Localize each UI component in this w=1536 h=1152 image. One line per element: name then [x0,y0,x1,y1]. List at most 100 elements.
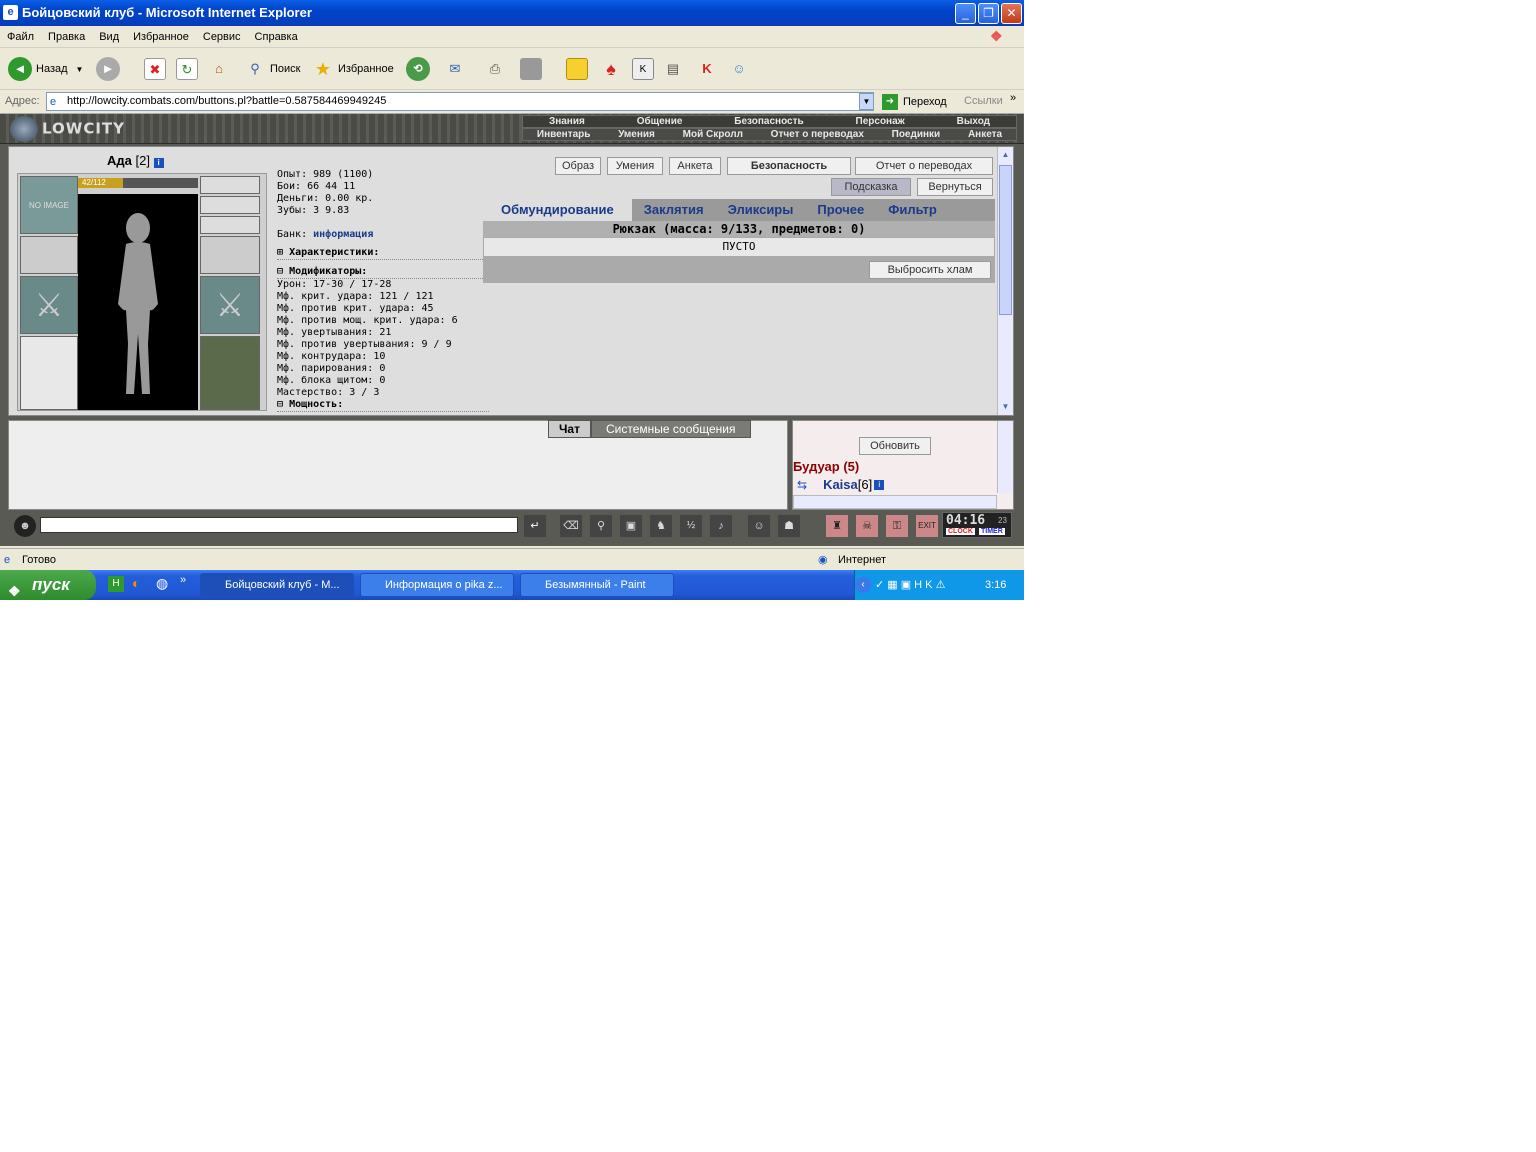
exit-icon[interactable]: EXIT [916,515,938,537]
edit-button[interactable] [520,56,542,82]
tab-equipment[interactable]: Обмундирование [483,199,632,221]
maximize-button[interactable]: ❐ [978,3,999,24]
send-icon[interactable]: ↵ [524,515,546,537]
characteristics-header[interactable]: ⊞ Характеристики: [277,247,489,260]
research-button[interactable]: ▤ [662,56,684,82]
favorites-button[interactable]: ★ Избранное [312,56,394,82]
user-list-scrollbar[interactable] [997,421,1013,493]
nav-exit[interactable]: Выход [953,116,994,127]
security-button[interactable]: Безопасность [727,157,851,175]
k-button[interactable]: K [632,56,654,82]
music-icon[interactable]: ♪ [710,515,732,537]
helmet-slot[interactable] [200,176,260,194]
mail-button[interactable]: ✉ [444,56,466,82]
menu-favorites[interactable]: Избранное [126,26,196,48]
menu-tools[interactable]: Сервис [196,26,248,48]
collapse-icon[interactable]: ⊟ [277,266,283,277]
messenger-button[interactable]: ☺ [728,56,750,82]
notes-button[interactable] [566,56,588,82]
tab-elixirs[interactable]: Эликсиры [716,199,806,221]
refresh-button[interactable]: ↻ [176,56,198,82]
quicklaunch-icon[interactable]: H [108,576,124,592]
info-icon[interactable]: i [153,158,164,168]
address-dropdown-icon[interactable]: ▼ [859,93,874,110]
menu-help[interactable]: Справка [248,26,305,48]
nav-inventory[interactable]: Инвентарь [533,129,595,140]
power-header[interactable]: ⊟ Мощность: [277,399,489,412]
rings-slot[interactable] [200,216,260,234]
nav-character[interactable]: Персонаж [852,116,909,127]
nav-skills[interactable]: Умения [614,129,659,140]
collapse-icon[interactable]: ⊟ [277,399,283,410]
pants-slot[interactable] [200,336,260,410]
private-message-icon[interactable]: ⇆ [797,478,807,492]
lock-icon[interactable]: ⚿ [886,515,908,537]
close-button[interactable]: ✕ [1001,3,1022,24]
filter-icon[interactable]: ⚲ [590,515,612,537]
firefox-icon[interactable]: ◐ [132,575,140,591]
tray-expand-icon[interactable]: ‹ [855,577,871,593]
user-name[interactable]: Kaisa [823,477,858,492]
menu-view[interactable]: Вид [92,26,126,48]
tray-icons[interactable]: ✓ ▦ ▣ H K ⚠ [875,570,945,600]
user-row[interactable]: ⇆ Kaisa [6] i [797,477,885,492]
content-scrollbar[interactable]: ▲ ▼ [997,147,1013,415]
gloves-slot[interactable] [200,236,260,274]
return-button[interactable]: Вернуться [917,178,993,196]
nav-profile[interactable]: Анкета [964,129,1006,140]
bracers-slot[interactable] [20,236,78,274]
tab-chat[interactable]: Чат [548,420,591,438]
fraction-icon[interactable]: ½ [680,515,702,537]
stop-button[interactable]: ✖ [144,56,166,82]
minimize-button[interactable]: _ [955,3,976,24]
nav-knowledge[interactable]: Знания [545,116,589,127]
helmet-icon[interactable]: ☗ [778,515,800,537]
no-image-slot[interactable]: NO IMAGE [20,176,78,234]
left-sword-slot[interactable]: ⚔ [20,276,78,334]
nav-fights[interactable]: Поединки [888,129,945,140]
skills-button[interactable]: Умения [607,157,663,175]
chevron-right-icon[interactable]: » [1010,92,1016,104]
scroll-down-icon[interactable]: ▼ [998,399,1013,415]
right-sword-slot[interactable]: ⚔ [200,276,260,334]
smiley-icon[interactable]: ☺ [748,515,770,537]
poker-button[interactable]: ♠ [600,56,622,82]
links-button[interactable]: Ссылки [964,95,1003,107]
obraz-button[interactable]: Образ [555,157,601,175]
history-button[interactable]: ⟲ [406,56,430,82]
print-button[interactable]: ⎙ [484,56,506,82]
horizontal-scrollbar[interactable] [793,495,997,509]
address-input[interactable]: e http://lowcity.combats.com/buttons.pl?… [46,92,874,111]
go-button[interactable]: ➜ Переход [882,93,947,111]
speaker-head-icon[interactable]: ☻ [14,515,36,537]
tab-spells[interactable]: Заклятия [632,199,716,221]
transfer-report-button[interactable]: Отчет о переводах [855,157,993,175]
bank-info-link[interactable]: информация [313,229,373,240]
modifiers-header[interactable]: ⊟ Модификаторы: [277,266,489,279]
skull-icon[interactable]: ☠ [856,515,878,537]
chevron-right-icon[interactable]: » [180,574,186,586]
fighter-icon[interactable]: ♞ [650,515,672,537]
eraser-icon[interactable]: ⌫ [560,515,582,537]
tab-other[interactable]: Прочее [805,199,876,221]
necklace-slot[interactable] [200,196,260,214]
nav-security[interactable]: Безопасность [730,116,807,127]
dropdown-arrow-icon[interactable]: ▼ [76,65,84,74]
back-button[interactable]: ◄ Назад ▼ [8,56,83,82]
task-info-pika[interactable]: Информация о pika z... [360,573,514,597]
bag-icon[interactable]: ♜ [826,515,848,537]
menu-file[interactable]: Файл [0,26,41,48]
anketa-button[interactable]: Анкета [669,157,721,175]
nav-scroll[interactable]: Мой Скролл [679,129,747,140]
task-paint[interactable]: Безымянный - Paint [520,573,674,597]
antivirus-button[interactable]: K [696,56,718,82]
start-button[interactable]: ❖ пуск [0,570,96,600]
nav-transfer-report[interactable]: Отчет о переводах [767,129,868,140]
tab-system-messages[interactable]: Системные сообщения [590,420,751,438]
shirt-slot[interactable] [20,336,78,410]
expand-icon[interactable]: ⊞ [277,247,283,258]
scroll-up-icon[interactable]: ▲ [998,147,1013,163]
chat-input[interactable] [40,517,518,533]
hint-button[interactable]: Подсказка [831,178,911,196]
forward-button[interactable]: ► [96,56,120,82]
